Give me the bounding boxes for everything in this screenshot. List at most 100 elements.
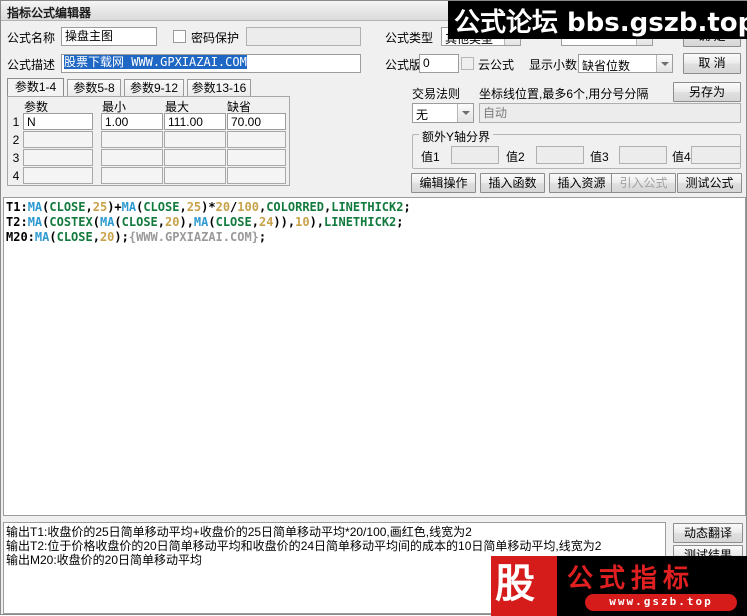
indicator-formula-editor-window: 指标公式编辑器 公式名称 操盘主图 密码保护 公式类型 其他类型 确 定 公式描… xyxy=(0,0,747,616)
tab-params-5-8[interactable]: 参数5-8 xyxy=(67,79,121,97)
code-token: ( xyxy=(208,215,216,229)
import-formula-button: 引入公式 xyxy=(611,173,676,193)
chevron-down-icon[interactable] xyxy=(457,104,473,122)
code-token: ; xyxy=(258,230,267,244)
code-token: MA xyxy=(121,200,137,214)
code-token: ), xyxy=(179,215,194,229)
code-token: 100 xyxy=(237,200,259,214)
code-token: )* xyxy=(201,200,216,214)
code-editor[interactable]: T1:MA(CLOSE,25)+MA(CLOSE,25)*20/100,COLO… xyxy=(3,197,746,516)
code-token: 20 xyxy=(165,215,180,229)
param-row-number: 3 xyxy=(12,151,20,165)
code-token: ; xyxy=(403,200,411,214)
code-token: COSTEX xyxy=(49,215,93,229)
param-max-input[interactable]: 111.00 xyxy=(164,113,226,130)
param-name-input[interactable]: N xyxy=(23,113,93,130)
chevron-down-icon[interactable] xyxy=(656,55,672,72)
formula-desc-label: 公式描述 xyxy=(7,58,56,72)
code-token: MA xyxy=(34,230,50,244)
trade-rule-select[interactable]: 无 xyxy=(412,103,474,123)
formula-version-input[interactable]: 0 xyxy=(419,54,459,73)
code-token: ), xyxy=(309,215,325,229)
code-token: {WWW.GPXIAZAI.COM} xyxy=(128,230,259,244)
value3-label: 值3 xyxy=(590,150,609,164)
param-max-input[interactable] xyxy=(164,149,226,166)
param-row-number: 1 xyxy=(12,115,20,129)
tab-params-1-4[interactable]: 参数1-4 xyxy=(7,78,64,97)
param-name-input[interactable] xyxy=(23,149,93,166)
password-protect-label: 密码保护 xyxy=(191,31,240,45)
show-decimals-label: 显示小数 xyxy=(529,58,578,72)
tab-params-9-12[interactable]: 参数9-12 xyxy=(124,79,184,97)
watermark-top: 公式论坛 bbs.gszb.top xyxy=(448,1,747,39)
code-token: 25 xyxy=(92,200,108,214)
code-token: ( xyxy=(114,215,122,229)
value2-input[interactable] xyxy=(536,146,584,164)
watermark-url-pill: www.gszb.top xyxy=(585,594,737,611)
param-min-input[interactable] xyxy=(101,149,163,166)
param-default-input[interactable] xyxy=(227,167,286,184)
value2-label: 值2 xyxy=(506,150,525,164)
param-default-input[interactable] xyxy=(227,149,286,166)
param-name-input[interactable] xyxy=(23,167,93,184)
watermark-bottom: 股 公式指标 www.gszb.top xyxy=(491,556,747,616)
code-token: , xyxy=(179,200,187,214)
code-token: 25 xyxy=(186,200,202,214)
value1-input[interactable] xyxy=(451,146,499,164)
param-min-input[interactable] xyxy=(101,167,163,184)
formula-desc-input[interactable]: 股票下载网 WWW.GPXIAZAI.COM xyxy=(61,54,361,73)
insert-resource-button[interactable]: 插入资源 xyxy=(549,173,614,193)
save-as-button[interactable]: 另存为 xyxy=(673,82,741,102)
output-line: 输出T2:位于价格收盘价的20日简单移动平均和收盘价的24日简单移动平均间的成本… xyxy=(6,539,602,553)
param-max-input[interactable] xyxy=(164,131,226,148)
edit-operations-button[interactable]: 编辑操作 xyxy=(411,173,476,193)
code-token: T1: xyxy=(6,200,28,214)
watermark-title-box: 公式指标 www.gszb.top xyxy=(557,556,747,616)
formula-name-label: 公式名称 xyxy=(7,31,56,45)
code-token: 10 xyxy=(295,215,310,229)
tab-params-13-16[interactable]: 参数13-16 xyxy=(187,79,251,97)
param-max-input[interactable] xyxy=(164,167,226,184)
trade-rule-value: 无 xyxy=(416,108,429,122)
output-line: 输出T1:收盘价的25日简单移动平均+收盘价的25日简单移动平均*20/100,… xyxy=(6,525,472,539)
code-token: M20: xyxy=(6,230,35,244)
param-default-input[interactable]: 70.00 xyxy=(227,113,286,130)
formula-name-input[interactable]: 操盘主图 xyxy=(61,27,157,46)
code-token: , xyxy=(85,200,93,214)
decimals-select[interactable]: 缺省位数 xyxy=(578,54,673,73)
axis-position-input[interactable]: 自动 xyxy=(479,103,741,123)
value3-input[interactable] xyxy=(619,146,667,164)
code-token: )+ xyxy=(107,200,122,214)
param-name-input[interactable] xyxy=(23,131,93,148)
code-token: ); xyxy=(114,230,129,244)
param-min-input[interactable]: 1.00 xyxy=(101,113,163,130)
output-line: 输出M20:收盘价的20日简单移动平均 xyxy=(6,553,203,567)
param-header-default: 缺省 xyxy=(227,100,252,114)
code-token: 24 xyxy=(258,215,274,229)
param-min-input[interactable] xyxy=(101,131,163,148)
password-protect-checkbox[interactable] xyxy=(173,30,186,43)
code-text: T1:MA(CLOSE,25)+MA(CLOSE,25)*20/100,COLO… xyxy=(6,200,743,245)
watermark-top-text: 公式论坛 bbs.gszb.top xyxy=(454,8,747,38)
watermark-logo-text: 股 xyxy=(495,561,535,607)
value4-input[interactable] xyxy=(691,146,741,164)
param-header-min: 最小 xyxy=(102,100,127,114)
param-header-max: 最大 xyxy=(165,100,190,114)
code-token: , xyxy=(92,230,100,244)
password-input[interactable] xyxy=(246,27,361,46)
code-line: T1:MA(CLOSE,25)+MA(CLOSE,25)*20/100,COLO… xyxy=(6,200,743,215)
param-row-number: 2 xyxy=(12,133,20,147)
dynamic-translate-button[interactable]: 动态翻译 xyxy=(673,523,743,543)
test-formula-button[interactable]: 测试公式 xyxy=(677,173,742,193)
param-default-input[interactable] xyxy=(227,131,286,148)
watermark-title-text: 公式指标 xyxy=(567,564,696,594)
code-token: MA xyxy=(27,215,43,229)
param-row-number: 4 xyxy=(12,169,20,183)
code-token: LINETHICK2 xyxy=(324,215,397,229)
code-token: CLOSE xyxy=(56,230,93,244)
cancel-button[interactable]: 取 消 xyxy=(683,53,741,74)
formula-type-label: 公式类型 xyxy=(385,31,434,45)
cloud-formula-checkbox[interactable] xyxy=(461,57,474,70)
decimals-value: 缺省位数 xyxy=(582,59,631,73)
insert-function-button[interactable]: 插入函数 xyxy=(480,173,545,193)
